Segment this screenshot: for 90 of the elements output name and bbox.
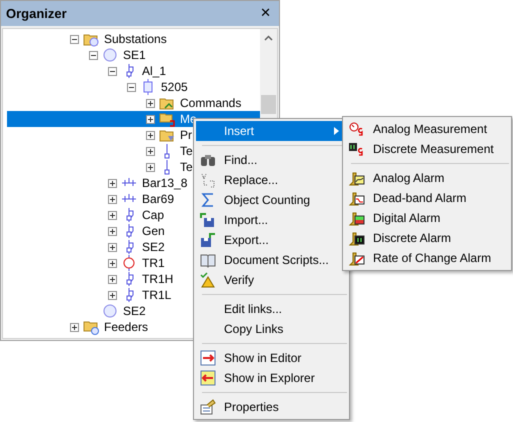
plus-icon	[109, 292, 116, 298]
book-icon	[200, 252, 216, 268]
deadband-alarm-icon	[349, 190, 365, 206]
plus-icon	[109, 244, 116, 250]
sigma-icon	[200, 192, 216, 208]
tree-item[interactable]: Bar13_8	[142, 176, 188, 190]
tree-item[interactable]: TR1H	[142, 272, 174, 286]
tree-item[interactable]: SE1	[123, 48, 146, 62]
menu-item[interactable]: Copy Links	[196, 319, 347, 339]
tree-item[interactable]: TR1	[142, 256, 165, 270]
menu-item[interactable]: Rate of Change Alarm	[345, 248, 509, 268]
replace-icon	[200, 172, 216, 188]
tree-item[interactable]: Substations	[104, 32, 167, 46]
menu-item[interactable]: Show in Explorer	[196, 368, 347, 388]
expand-toggle[interactable]	[108, 274, 117, 284]
menu-item[interactable]: Verify	[196, 270, 347, 290]
folder-icon	[83, 319, 99, 335]
tree-item[interactable]: TR1L	[142, 288, 172, 302]
tree-item[interactable]: Gen	[142, 224, 165, 238]
expand-toggle[interactable]	[108, 290, 117, 300]
expand-toggle[interactable]	[108, 258, 117, 268]
digital-display-icon	[349, 141, 365, 157]
collapse-toggle[interactable]	[89, 50, 98, 60]
analog-alarm-icon	[349, 170, 365, 186]
menu-item[interactable]: Import...	[196, 210, 347, 230]
plus-icon	[109, 260, 116, 266]
expand-toggle[interactable]	[108, 194, 117, 204]
discrete-alarm-icon	[349, 230, 365, 246]
properties-icon	[200, 399, 216, 415]
tree-item[interactable]: Bar69	[142, 192, 174, 206]
menu-item[interactable]: Show in Editor	[196, 348, 347, 368]
tree-item[interactable]: 5205	[161, 80, 188, 94]
plus-icon	[147, 148, 154, 154]
expand-toggle[interactable]	[108, 178, 117, 188]
tree-item[interactable]: Cap	[142, 208, 164, 222]
plus-icon	[109, 212, 116, 218]
menu-item[interactable]: Digital Alarm	[345, 208, 509, 228]
gauge-icon	[349, 121, 365, 137]
plus-icon	[147, 100, 154, 106]
warning-check-icon	[200, 272, 216, 288]
tree-item[interactable]: SE2	[123, 304, 146, 318]
expand-toggle[interactable]	[70, 322, 79, 332]
plus-icon	[71, 324, 78, 330]
circle-icon	[102, 47, 118, 63]
tree-item[interactable]: Pr	[180, 128, 192, 142]
panel-title: Organizer	[6, 6, 67, 21]
menu-item[interactable]: Analog Alarm	[345, 168, 509, 188]
plus-icon	[109, 180, 116, 186]
tree-item[interactable]: Te	[180, 144, 193, 158]
import-icon	[200, 212, 216, 228]
tree-item[interactable]: SE2	[142, 240, 165, 254]
menu-item[interactable]: Analog Measurement	[345, 119, 509, 139]
tree-item[interactable]: Al_1	[142, 64, 166, 78]
rate-alarm-icon	[349, 250, 365, 266]
tree-item[interactable]: Commands	[180, 96, 242, 110]
binoculars-icon	[200, 152, 216, 168]
show-in-editor-icon	[200, 350, 216, 366]
plus-icon	[147, 132, 154, 138]
scroll-up-icon[interactable]	[264, 35, 273, 41]
folder-icon	[159, 111, 175, 127]
menu-item[interactable]: Properties	[196, 397, 347, 417]
expand-toggle[interactable]	[108, 242, 117, 252]
plus-icon	[109, 276, 116, 282]
close-button[interactable]: ✕	[258, 6, 273, 21]
collapse-toggle[interactable]	[70, 34, 79, 44]
transformer-icon	[121, 255, 137, 271]
menu-item[interactable]: Edit links...	[196, 299, 347, 319]
digital-alarm-icon	[349, 210, 365, 226]
expand-toggle[interactable]	[108, 226, 117, 236]
expand-toggle[interactable]	[146, 162, 155, 172]
expand-toggle[interactable]	[146, 114, 155, 124]
menu-item[interactable]: Discrete Alarm	[345, 228, 509, 248]
scrollbar-thumb[interactable]	[261, 95, 276, 114]
show-in-explorer-icon	[200, 370, 216, 386]
expand-toggle[interactable]	[146, 98, 155, 108]
expand-toggle[interactable]	[146, 130, 155, 140]
menu-item[interactable]: Dead-band Alarm	[345, 188, 509, 208]
collapse-toggle[interactable]	[108, 66, 117, 76]
expand-toggle[interactable]	[108, 210, 117, 220]
export-icon	[200, 232, 216, 248]
tree-item[interactable]: Te	[180, 160, 193, 174]
plus-icon	[147, 116, 154, 122]
plus-icon	[109, 196, 116, 202]
tree-item[interactable]: Feeders	[104, 320, 148, 334]
circle-icon	[102, 303, 118, 319]
expand-toggle[interactable]	[146, 146, 155, 156]
plus-icon	[147, 164, 154, 170]
collapse-toggle[interactable]	[127, 82, 136, 92]
plus-icon	[109, 228, 116, 234]
menu-item[interactable]: Discrete Measurement	[345, 139, 509, 159]
